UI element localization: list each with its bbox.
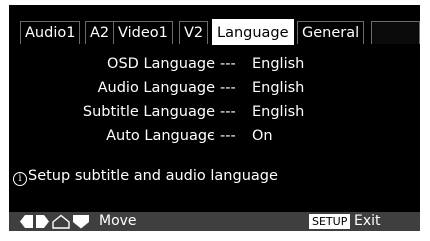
setting-separator: --- bbox=[220, 56, 236, 72]
tab-video1[interactable]: Video1 bbox=[113, 21, 173, 44]
down-arrow-icon bbox=[73, 215, 89, 229]
tab-general[interactable]: General bbox=[297, 21, 365, 44]
setting-row-subtitle-language[interactable]: Subtitle Language --- English bbox=[9, 101, 420, 123]
tab-bar: Audio1 A2 Video1 V2 Language General bbox=[9, 5, 420, 45]
setting-value[interactable]: English bbox=[252, 77, 304, 99]
tab-empty bbox=[371, 21, 420, 44]
help-hint: i Setup subtitle and audio language bbox=[13, 165, 278, 187]
help-hint-text: Setup subtitle and audio language bbox=[28, 168, 278, 184]
setting-value[interactable]: English bbox=[252, 101, 304, 123]
tab-language[interactable]: Language bbox=[212, 19, 294, 45]
right-arrow-icon bbox=[36, 215, 49, 228]
setting-value[interactable]: English bbox=[252, 53, 304, 75]
tab-v2[interactable]: V2 bbox=[179, 21, 209, 44]
setting-label: OSD Language bbox=[107, 56, 215, 72]
info-icon: i bbox=[13, 172, 27, 186]
setting-label: Auto Languagє bbox=[106, 128, 215, 144]
setting-row-audio-language[interactable]: Audio Language --- English bbox=[9, 77, 420, 99]
setting-separator: --- bbox=[220, 80, 236, 96]
setting-label: Audio Language bbox=[97, 80, 215, 96]
nav-arrows bbox=[20, 214, 89, 229]
setting-row-auto-language[interactable]: Auto Languagє --- On bbox=[9, 125, 420, 147]
left-arrow-icon bbox=[20, 215, 33, 228]
setting-row-osd-language[interactable]: OSD Language --- English bbox=[9, 53, 420, 75]
up-arrow-icon bbox=[52, 214, 70, 229]
move-label: Move bbox=[99, 213, 137, 229]
setup-key-badge[interactable]: SETUP bbox=[309, 214, 351, 229]
footer-bar: Move SETUP Exit bbox=[9, 212, 420, 231]
setting-separator: --- bbox=[220, 104, 236, 120]
tab-a2[interactable]: A2 bbox=[85, 21, 115, 44]
tab-audio1[interactable]: Audio1 bbox=[20, 21, 81, 44]
setting-separator: --- bbox=[220, 128, 236, 144]
exit-label: Exit bbox=[354, 213, 381, 229]
setup-menu-screen: Audio1 A2 Video1 V2 Language General OSD… bbox=[9, 5, 420, 231]
setting-value[interactable]: On bbox=[252, 125, 273, 147]
setting-label: Subtitle Language bbox=[82, 104, 215, 120]
